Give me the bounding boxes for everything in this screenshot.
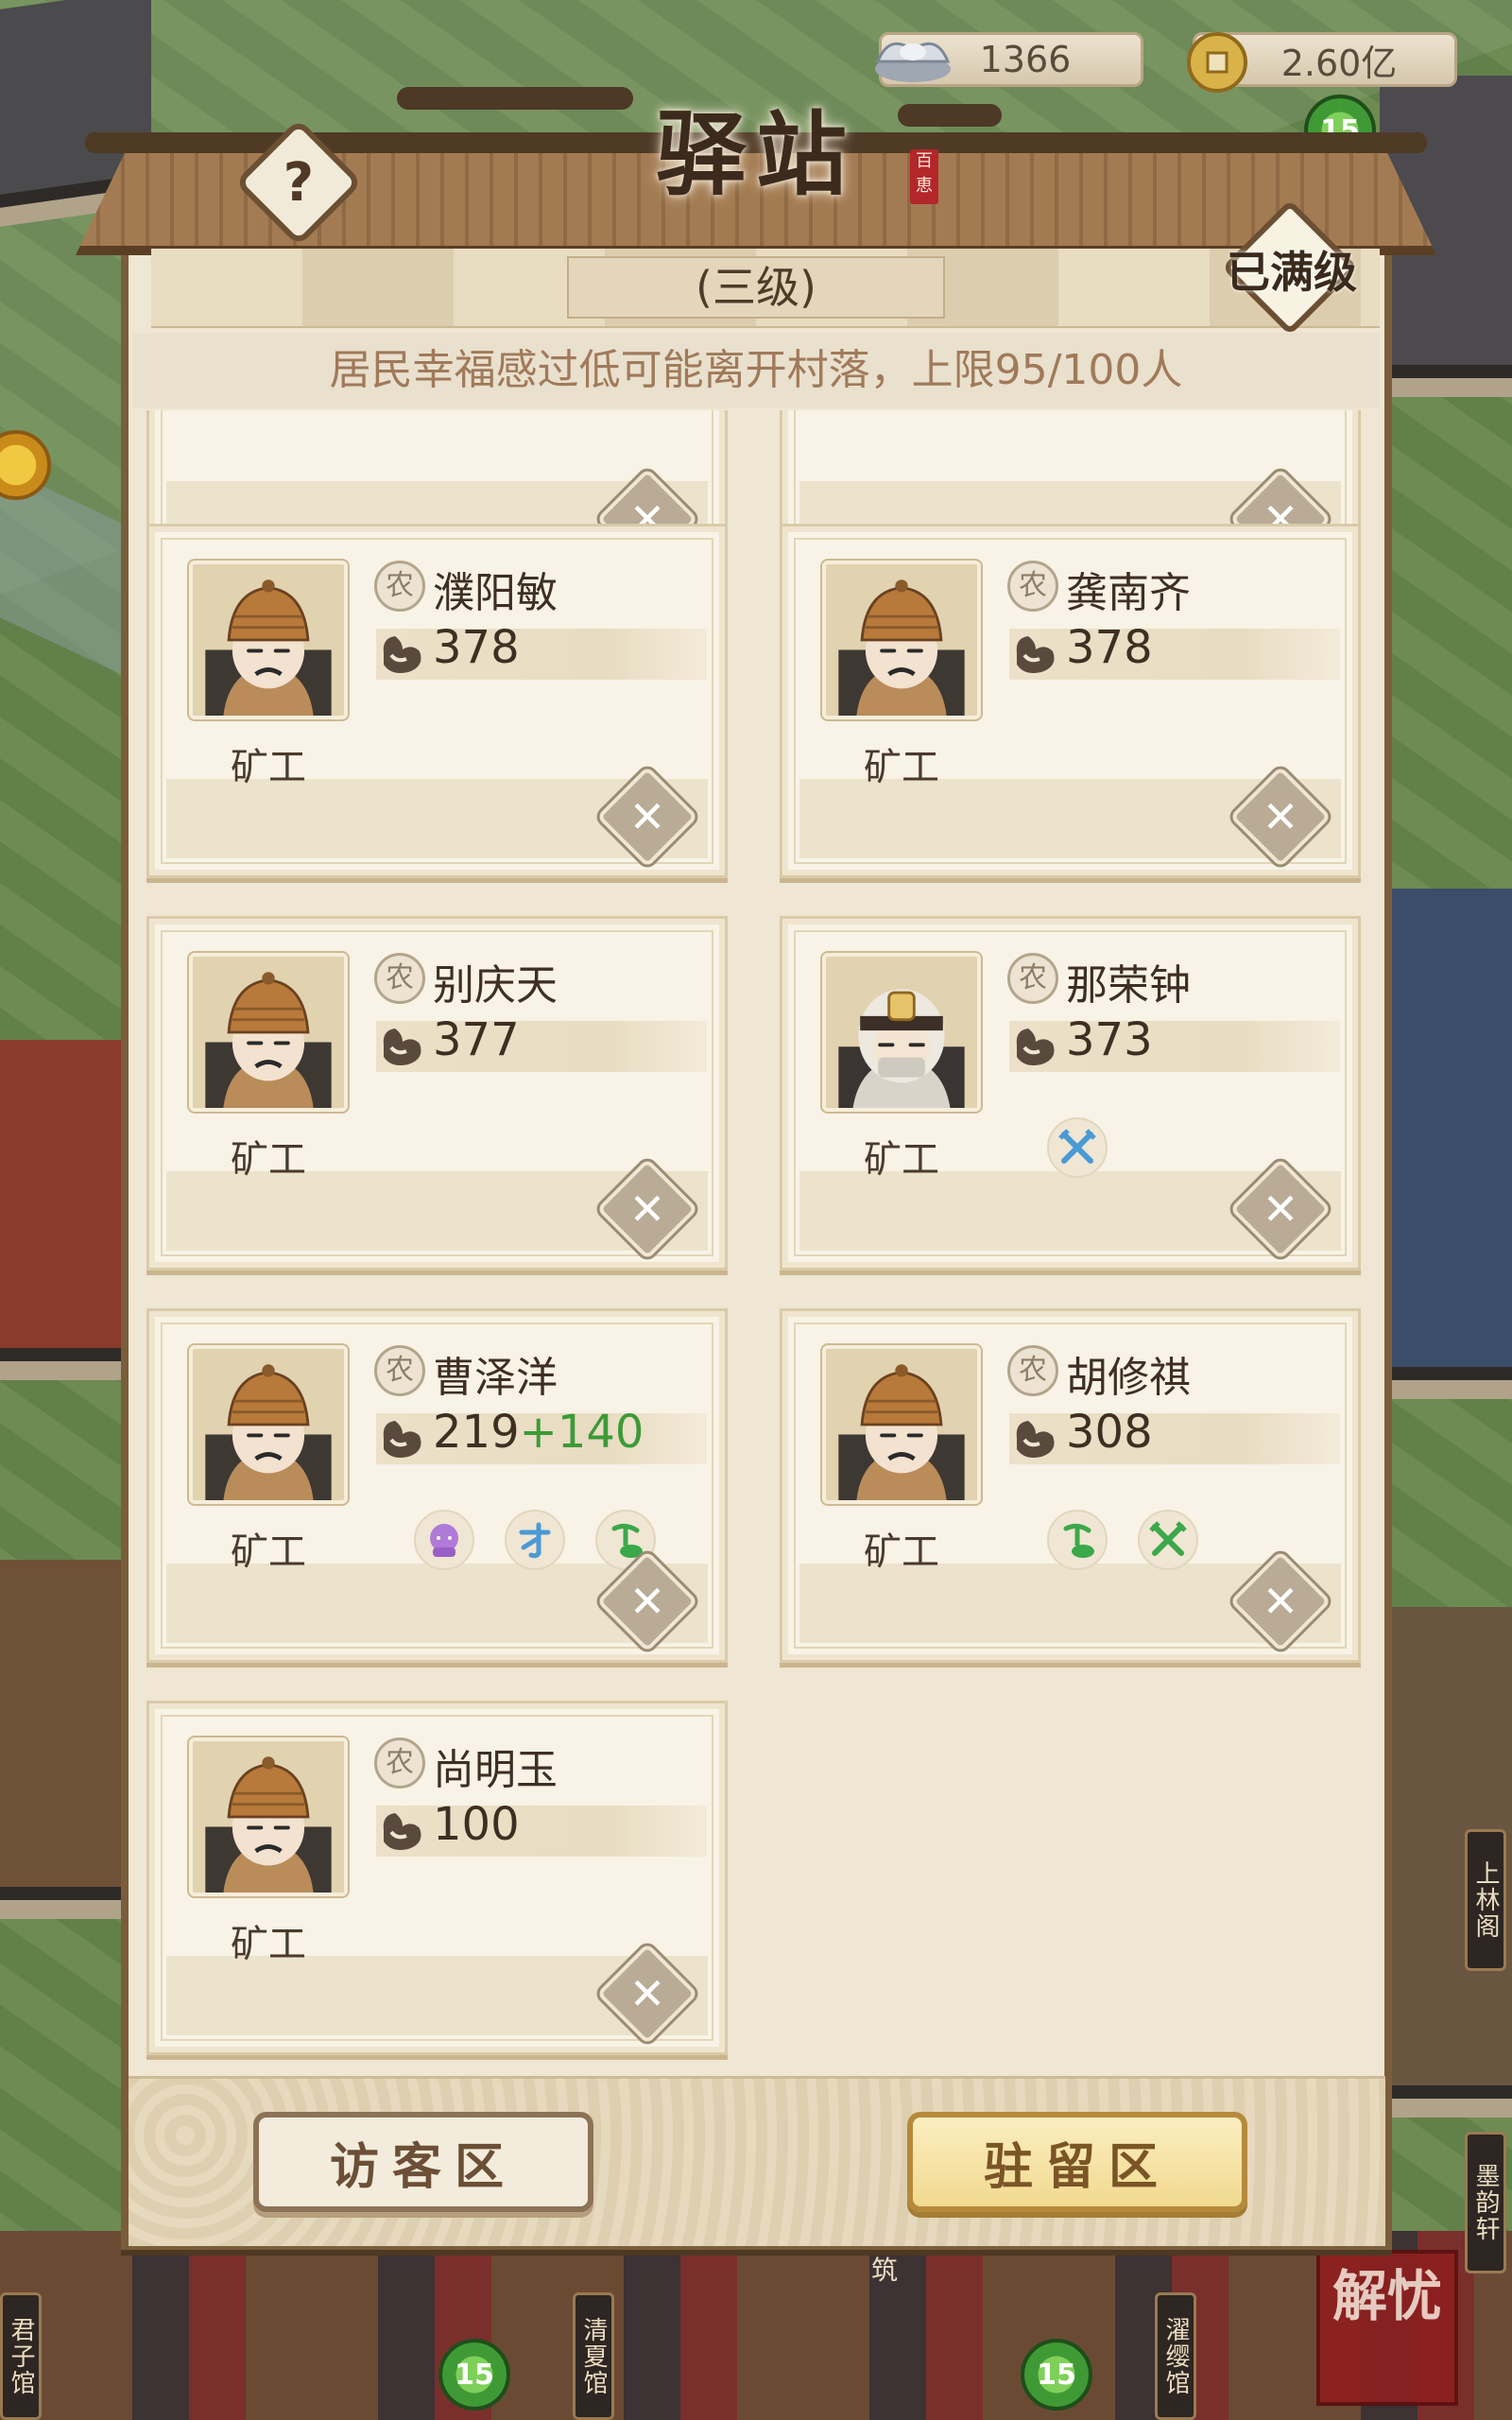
resident-portrait[interactable] — [189, 953, 348, 1112]
resident-card[interactable]: 矿工 农 龚南齐 378 ✕ — [780, 524, 1361, 878]
building[interactable] — [0, 1560, 123, 1919]
close-icon: ✕ — [1262, 1576, 1299, 1627]
strength-icon — [383, 636, 421, 673]
resident-list[interactable]: ✕ ✕ 矿工 农 濮阳敏 378 ✕ 矿工 农 龚南齐 378 ✕ 矿工 农 别… — [132, 410, 1380, 2074]
copper-coin-icon — [1187, 32, 1247, 93]
building-sign-qingxia[interactable]: 清夏馆 — [573, 2292, 614, 2420]
resident-name: 曹泽洋 — [433, 1354, 558, 1402]
farmer-class-badge: 农 — [1007, 1345, 1058, 1396]
farmer-class-badge: 农 — [374, 1737, 425, 1789]
trait-list — [414, 1510, 656, 1570]
level-up-arrow-icon[interactable]: 15 — [1021, 2339, 1092, 2411]
panel-title: 驿站 — [656, 100, 856, 208]
tab-visitor-area[interactable]: 访客区 — [253, 2112, 593, 2212]
resident-card[interactable]: 矿工 农 那荣钟 373 ✕ — [780, 916, 1361, 1270]
resident-card[interactable]: 矿工 农 别庆天 377 ✕ — [146, 916, 728, 1270]
building-sign-junzi[interactable]: 君子馆 — [0, 2292, 42, 2420]
resident-power: 308 — [1066, 1406, 1153, 1459]
close-icon: ✕ — [1262, 1184, 1299, 1235]
strength-icon — [383, 1421, 421, 1458]
resident-job: 矿工 — [231, 1923, 306, 1966]
purple-head-icon[interactable] — [414, 1510, 474, 1570]
resident-portrait[interactable] — [189, 1345, 348, 1504]
resident-power: 100 — [433, 1798, 520, 1851]
resident-job: 矿工 — [864, 1138, 939, 1182]
farmer-class-badge: 农 — [1007, 561, 1058, 612]
strength-icon — [1016, 636, 1055, 673]
resident-name: 尚明玉 — [433, 1746, 558, 1794]
crossed-picks-blue-icon[interactable] — [1047, 1117, 1108, 1178]
resident-power: 378 — [1066, 621, 1153, 674]
strength-icon — [1016, 1421, 1055, 1458]
resident-job: 矿工 — [231, 1530, 306, 1574]
resident-name: 那荣钟 — [1066, 961, 1191, 1010]
question-icon: ? — [283, 151, 315, 214]
farmer-class-badge: 农 — [374, 953, 425, 1004]
building-sign-zhuoying[interactable]: 濯缨馆 — [1155, 2292, 1196, 2420]
resident-job: 矿工 — [231, 1138, 306, 1182]
farmer-class-badge: 农 — [1007, 953, 1058, 1004]
resident-portrait[interactable] — [822, 953, 981, 1112]
building-row — [0, 2231, 1512, 2420]
strength-icon — [383, 1813, 421, 1850]
resident-name: 濮阳敏 — [433, 569, 558, 617]
resident-power: 373 — [1066, 1013, 1153, 1066]
resident-power: 378 — [433, 621, 520, 674]
close-icon: ✕ — [1262, 791, 1299, 842]
resident-job: 矿工 — [231, 746, 306, 789]
building[interactable] — [1380, 889, 1512, 1399]
resident-portrait[interactable] — [822, 561, 981, 719]
resident-name: 龚南齐 — [1066, 569, 1191, 617]
jieyou-stamp[interactable]: 解忧 — [1316, 2250, 1458, 2406]
resident-card[interactable]: 矿工 农 尚明玉 100 ✕ — [146, 1701, 728, 2055]
blue-talent-icon[interactable] — [505, 1510, 565, 1570]
close-icon: ✕ — [628, 1968, 666, 2019]
close-icon: ✕ — [628, 791, 666, 842]
farmer-class-badge: 农 — [374, 1345, 425, 1396]
close-icon: ✕ — [628, 1184, 666, 1235]
coin-counter[interactable]: 2.60亿 — [1187, 32, 1457, 93]
resident-job: 矿工 — [864, 746, 939, 789]
building-label: 筑 — [871, 2255, 899, 2286]
resident-name: 胡修祺 — [1066, 1354, 1191, 1402]
close-icon: ✕ — [628, 1576, 666, 1627]
resident-power: 377 — [433, 1013, 520, 1066]
capacity-notice: 居民幸福感过低可能离开村落，上限95/100人 — [132, 333, 1380, 408]
resident-portrait[interactable] — [822, 1345, 981, 1504]
resident-card[interactable]: 矿工 农 濮阳敏 378 ✕ — [146, 524, 728, 878]
trait-list — [1047, 1117, 1108, 1178]
trait-list — [1047, 1510, 1198, 1570]
level-up-arrow-icon[interactable]: 15 — [438, 2339, 510, 2411]
resident-card[interactable]: 矿工 农 曹泽洋 219+140 ✕ — [146, 1308, 728, 1663]
title-seal: 百恵 — [910, 149, 938, 204]
max-level-badge: 已满级 — [1221, 199, 1359, 337]
resident-power: 219+140 — [433, 1406, 644, 1459]
building-sign-shanglin[interactable]: 上林阁 — [1465, 1829, 1506, 1971]
resident-portrait[interactable] — [189, 561, 348, 719]
strength-icon — [1016, 1028, 1055, 1065]
crossed-picks-green-icon[interactable] — [1138, 1510, 1198, 1570]
farmer-class-badge: 农 — [374, 561, 425, 612]
green-pick-icon[interactable] — [1047, 1510, 1108, 1570]
resident-name: 别庆天 — [433, 961, 558, 1010]
max-level-label: 已满级 — [1227, 247, 1357, 298]
strength-icon — [383, 1028, 421, 1065]
power-bonus: +140 — [519, 1406, 644, 1459]
building-level: (三级) — [567, 256, 945, 319]
resident-portrait[interactable] — [189, 1737, 348, 1896]
tab-resident-area[interactable]: 驻留区 — [907, 2112, 1247, 2212]
building[interactable] — [0, 1040, 123, 1380]
resident-card[interactable]: 矿工 农 胡修祺 308 ✕ — [780, 1308, 1361, 1663]
resident-job: 矿工 — [864, 1530, 939, 1574]
building-sign-moyun[interactable]: 墨韵轩 — [1465, 2132, 1506, 2273]
